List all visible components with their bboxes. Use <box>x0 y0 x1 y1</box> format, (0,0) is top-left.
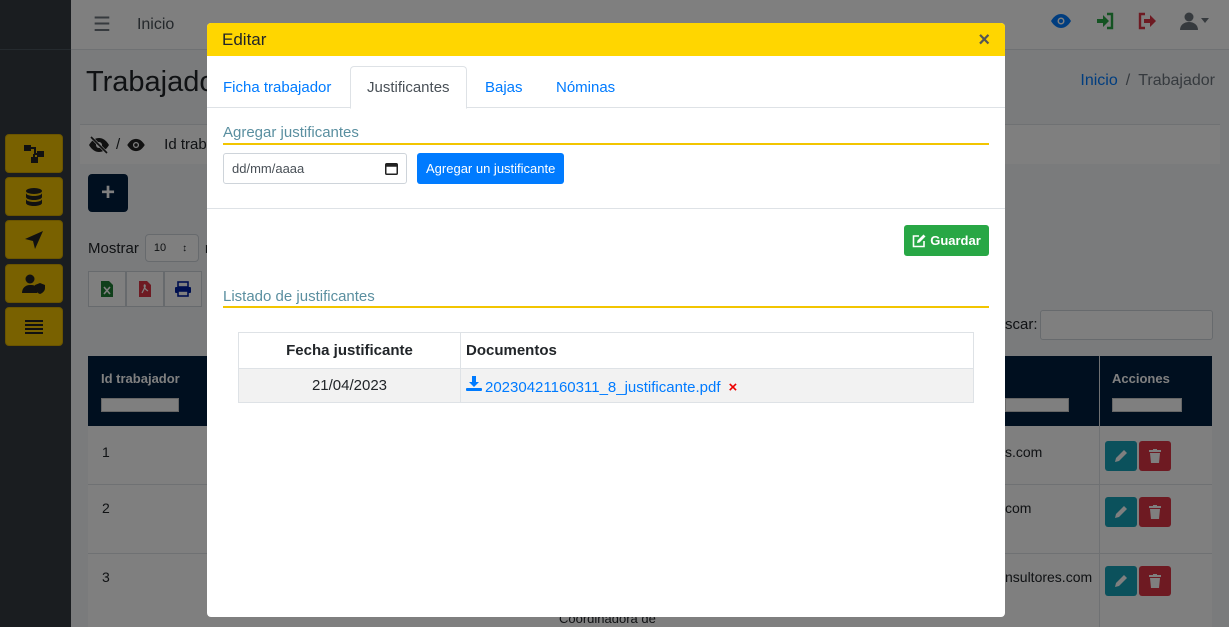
table-header-row: Fecha justificante Documentos <box>238 332 974 369</box>
modal-tabs: Ficha trabajador Justificantes Bajas Nóm… <box>207 66 1005 109</box>
delete-icon[interactable]: × <box>728 379 737 396</box>
justificante-date: 21/04/2023 <box>238 368 461 403</box>
edit-modal: Editar × Ficha trabajador Justificantes … <box>207 23 1005 617</box>
modal-header: Editar × <box>207 23 1005 56</box>
add-section-legend: Agregar justificantes <box>223 124 359 141</box>
section-divider <box>207 208 1005 209</box>
edit-icon <box>912 234 926 247</box>
justificante-document-cell: 20230421160311_8_justificante.pdf × <box>460 368 974 403</box>
tab-nominas[interactable]: Nóminas <box>540 66 631 108</box>
close-icon[interactable]: × <box>978 30 990 50</box>
justificantes-table: Fecha justificante Documentos 21/04/2023… <box>238 332 974 403</box>
calendar-icon[interactable] <box>385 162 398 175</box>
header-date: Fecha justificante <box>238 332 461 369</box>
date-input[interactable]: dd/mm/aaaa <box>223 153 407 184</box>
tab-justificantes[interactable]: Justificantes <box>350 66 467 109</box>
table-row: 21/04/2023 20230421160311_8_justificante… <box>238 368 974 403</box>
save-button[interactable]: Guardar <box>904 225 989 256</box>
modal-title: Editar <box>222 29 267 49</box>
tab-bajas[interactable]: Bajas <box>469 66 539 108</box>
list-section-legend: Listado de justificantes <box>223 288 375 305</box>
add-section-underline <box>223 143 989 145</box>
download-icon[interactable] <box>466 375 482 391</box>
document-link[interactable]: 20230421160311_8_justificante.pdf <box>485 379 720 396</box>
header-documents: Documentos <box>460 332 974 369</box>
save-label: Guardar <box>930 233 981 248</box>
date-placeholder: dd/mm/aaaa <box>232 161 305 176</box>
list-section-underline <box>223 306 989 308</box>
add-justificante-button[interactable]: Agregar un justificante <box>417 153 565 184</box>
tab-ficha-trabajador[interactable]: Ficha trabajador <box>207 66 347 108</box>
